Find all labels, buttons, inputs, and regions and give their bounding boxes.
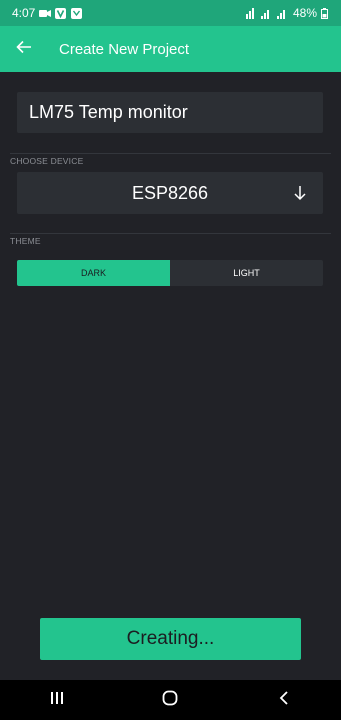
project-name-input[interactable]: LM75 Temp monitor <box>17 92 323 133</box>
project-name-value: LM75 Temp monitor <box>29 102 188 122</box>
back-button[interactable] <box>12 37 36 61</box>
arrow-left-icon <box>16 40 32 59</box>
status-bar-right: 48% <box>245 6 333 20</box>
signal-4g-icon <box>245 7 257 19</box>
chat-app-icon <box>71 7 83 19</box>
back-icon <box>279 690 289 711</box>
theme-label: THEME <box>10 236 41 246</box>
signal-bars-icon <box>260 8 273 19</box>
device-selected-value: ESP8266 <box>131 182 209 203</box>
arrow-down-icon <box>293 184 307 202</box>
theme-toggle: DARK LIGHT <box>17 260 323 286</box>
v-app-icon <box>55 7 67 19</box>
create-button[interactable]: Creating... <box>40 618 301 660</box>
device-select[interactable]: ESP8266 <box>17 172 323 214</box>
app-bar: Create New Project <box>0 26 341 72</box>
status-bar: 4:07 48% <box>0 0 341 26</box>
signal-bars-icon <box>276 8 289 19</box>
home-button[interactable] <box>150 685 190 715</box>
system-nav-bar <box>0 680 341 720</box>
theme-option-light[interactable]: LIGHT <box>170 260 323 286</box>
home-icon <box>162 690 178 711</box>
battery-percent: 48% <box>292 6 317 20</box>
recent-apps-icon <box>50 691 64 710</box>
page-title: Create New Project <box>59 40 190 58</box>
battery-icon <box>321 7 333 19</box>
theme-option-dark[interactable]: DARK <box>17 260 170 286</box>
divider <box>10 233 331 234</box>
choose-device-label: CHOOSE DEVICE <box>10 156 84 166</box>
recent-apps-button[interactable] <box>37 685 77 715</box>
status-time: 4:07 <box>12 6 36 20</box>
nav-back-button[interactable] <box>264 685 304 715</box>
video-icon <box>39 8 52 19</box>
divider <box>10 153 331 154</box>
status-bar-left: 4:07 <box>12 6 83 20</box>
